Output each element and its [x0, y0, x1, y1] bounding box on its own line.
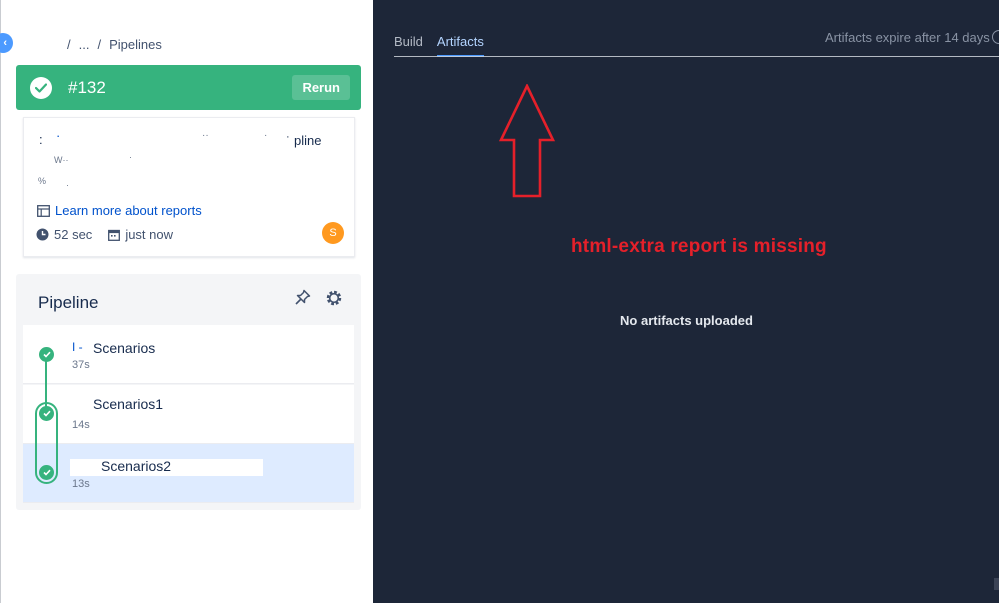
redacted-text: :: [39, 132, 43, 147]
tab-divider: [394, 56, 999, 57]
step-prefix: I -: [72, 340, 83, 354]
calendar-icon: [108, 229, 121, 241]
rerun-button[interactable]: Rerun: [292, 75, 350, 100]
pipeline-actions: [294, 289, 343, 307]
learn-more-label: Learn more about reports: [55, 203, 202, 218]
breadcrumb-pipelines[interactable]: Pipelines: [109, 37, 162, 52]
redacted-text: ··: [202, 130, 209, 141]
pipeline-sidebar: ‹ / ... / Pipelines #132 Rerun : · ·· · …: [0, 0, 373, 603]
duration: 52 sec: [36, 227, 92, 242]
pipeline-step[interactable]: Scenarios1 14s: [23, 385, 354, 444]
step-success-icon: [39, 347, 54, 362]
build-meta: 52 sec just now: [36, 227, 173, 242]
scroll-corner: [994, 578, 999, 590]
breadcrumb-separator: /: [67, 37, 71, 52]
step-success-icon: [39, 406, 54, 421]
red-arrow-annotation: [499, 84, 555, 198]
breadcrumb-separator: /: [97, 37, 102, 52]
pipeline-step[interactable]: I - Scenarios 37s: [23, 325, 354, 384]
avatar[interactable]: S: [322, 222, 344, 244]
chevron-left-icon: ‹: [3, 37, 7, 49]
step-duration: 37s: [72, 359, 90, 371]
pipeline-step-selected[interactable]: Scenarios2 13s: [23, 444, 354, 503]
redacted-text: ·: [129, 152, 132, 162]
report-icon: [37, 204, 50, 217]
redacted-text: W··: [54, 155, 69, 165]
redacted-text: ·: [56, 128, 61, 143]
pin-icon[interactable]: [294, 289, 311, 306]
step-name: Scenarios1: [93, 396, 164, 412]
success-check-icon: [30, 76, 52, 99]
redacted-text: ·: [66, 180, 69, 190]
tab-artifacts[interactable]: Artifacts: [436, 34, 484, 57]
redacted-text: ·: [264, 130, 268, 141]
breadcrumb: / ... / Pipelines: [67, 37, 162, 52]
gear-icon[interactable]: [325, 289, 343, 307]
empty-state-message: No artifacts uploaded: [620, 313, 753, 328]
start-time-value: just now: [125, 227, 174, 242]
tab-bar: Build Artifacts: [394, 34, 484, 57]
step-duration: 13s: [72, 478, 90, 490]
commit-message-fragment: pline: [294, 133, 322, 148]
step-duration: 14s: [72, 419, 90, 431]
build-number: #132: [68, 77, 106, 97]
learn-more-reports-link[interactable]: Learn more about reports: [37, 203, 202, 218]
clock-icon: [36, 228, 49, 241]
step-name: Scenarios2: [101, 458, 172, 474]
start-time: just now: [108, 227, 173, 242]
pipeline-title: Pipeline: [38, 293, 99, 312]
build-status-header: #132 Rerun: [16, 65, 361, 110]
collapse-sidebar-button[interactable]: ‹: [0, 33, 13, 53]
step-success-icon: [39, 465, 54, 480]
step-name: Scenarios: [93, 340, 156, 356]
duration-value: 52 sec: [54, 227, 93, 242]
missing-report-annotation: html-extra report is missing: [571, 236, 827, 257]
redacted-text: ·: [286, 131, 290, 143]
tab-build[interactable]: Build: [394, 34, 423, 57]
artifacts-panel: Build Artifacts Artifacts expire after 1…: [373, 0, 999, 603]
info-icon[interactable]: [992, 30, 999, 44]
breadcrumb-ellipsis[interactable]: ...: [79, 37, 90, 52]
artifacts-expiry-note: Artifacts expire after 14 days: [825, 30, 990, 45]
build-info-card: : · ·· · · pline W·· · % · Learn more ab…: [23, 117, 355, 257]
redacted-text: %: [38, 176, 47, 186]
